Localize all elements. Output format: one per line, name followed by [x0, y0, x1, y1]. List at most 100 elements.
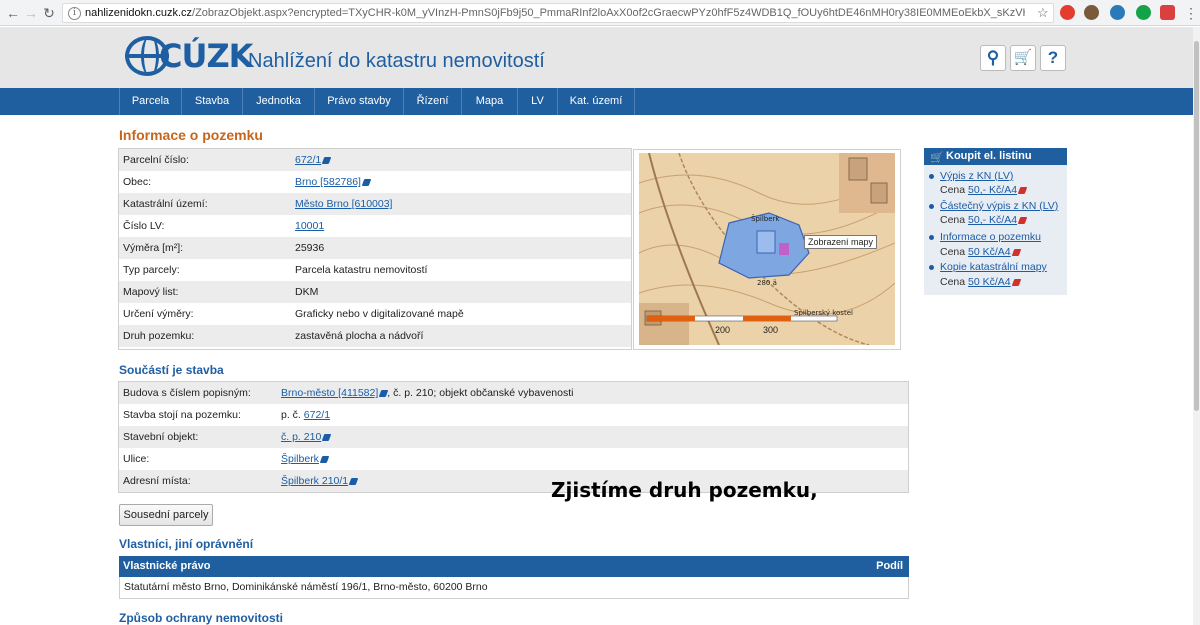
owners-table-header: Vlastnické právo Podíl: [119, 556, 909, 577]
table-row: Výměra [m²]: 25936: [119, 237, 631, 259]
external-link-icon: [319, 455, 330, 463]
nav-mapa[interactable]: Mapa: [461, 88, 517, 115]
row-label: Adresní místa:: [123, 475, 191, 487]
cart-icon[interactable]: 🛒: [1010, 45, 1036, 71]
help-icon[interactable]: ?: [1040, 45, 1066, 71]
ownership-right-header: Vlastnické právo: [123, 560, 211, 572]
table-row: Ulice: Špilberk: [119, 448, 908, 470]
structure-link[interactable]: č. p. 210: [281, 426, 332, 448]
site-info-icon[interactable]: i: [68, 7, 81, 20]
lv-number-link[interactable]: 10001: [295, 215, 324, 237]
parcel-link[interactable]: 672/1: [304, 409, 330, 421]
external-link-icon: [322, 156, 332, 164]
bullet-icon: [929, 234, 934, 240]
price: Cena 50 Kč/A4: [940, 276, 1021, 288]
nav-rizeni[interactable]: Řízení: [403, 88, 461, 115]
address-link[interactable]: Špilberk 210/1: [281, 470, 359, 492]
parcel-number-link[interactable]: 672/1: [295, 149, 332, 171]
building-heading: Součástí je stavba: [119, 363, 224, 377]
scale-label: 300: [763, 325, 779, 335]
row-label: Katastrální území:: [123, 198, 208, 210]
map-label-hill: 280 ä: [757, 279, 777, 287]
extension-opera-icon[interactable]: [1060, 5, 1075, 20]
extension-grammarly-icon[interactable]: [1136, 5, 1151, 20]
address-bar[interactable]: i nahlizenidokn.cuzk.cz/ZobrazObjekt.asp…: [62, 3, 1054, 23]
search-icon[interactable]: ⚲: [980, 45, 1006, 71]
nav-jednotka[interactable]: Jednotka: [242, 88, 314, 115]
extension-video-icon[interactable]: [1160, 5, 1175, 20]
nav-stavba[interactable]: Stavba: [181, 88, 242, 115]
extension-icon[interactable]: [1084, 5, 1099, 20]
row-value: Graficky nebo v digitalizované mapě: [295, 308, 464, 320]
price: Cena 50,- Kč/A4: [940, 214, 1028, 226]
table-row: Stavební objekt: č. p. 210: [119, 426, 908, 448]
nav-pravo-stavby[interactable]: Právo stavby: [314, 88, 403, 115]
building-table: Budova s číslem popisným: Brno-město [41…: [118, 381, 909, 493]
parcel-heading: Informace o pozemku: [119, 127, 263, 143]
table-row: Druh pozemku: zastavěná plocha a nádvoří: [119, 325, 631, 347]
owners-heading: Vlastníci, jiní oprávnění: [119, 537, 254, 551]
building-value: Brno-město [411582], č. p. 210; objekt o…: [281, 387, 574, 399]
menu-icon[interactable]: ⋮: [1182, 4, 1200, 22]
table-row: Číslo LV: 10001: [119, 215, 631, 237]
neighbor-parcels-button[interactable]: Sousední parcely: [119, 504, 213, 526]
table-row: Stavba stojí na pozemku: p. č. 672/1: [119, 404, 908, 426]
nav-parcela[interactable]: Parcela: [119, 88, 181, 115]
buy-lv-extract-link[interactable]: Výpis z KN (LV): [929, 170, 1013, 182]
table-row: Mapový list: DKM: [119, 281, 631, 303]
table-row: Katastrální území: Město Brno [610003]: [119, 193, 631, 215]
row-label: Obec:: [123, 176, 152, 188]
row-label: Mapový list:: [123, 286, 179, 298]
bookmark-star-icon[interactable]: ☆: [1037, 5, 1049, 21]
back-icon[interactable]: ←: [4, 4, 22, 22]
bullet-icon: [929, 203, 934, 209]
row-label: Číslo LV:: [123, 220, 165, 232]
building-parcel-value: p. č. 672/1: [281, 409, 331, 421]
row-label: Stavební objekt:: [123, 431, 199, 443]
buy-map-copy-link[interactable]: Kopie katastrální mapy: [929, 261, 1047, 273]
table-row: Obec: Brno [582786]: [119, 171, 631, 193]
row-value: DKM: [295, 286, 319, 298]
external-link-icon: [1017, 216, 1028, 224]
table-row: Parcelní číslo: 672/1: [119, 149, 631, 171]
page-scrollbar[interactable]: [1193, 27, 1200, 625]
cadastral-area-link[interactable]: Město Brno [610003]: [295, 193, 392, 215]
url-text: nahlizenidokn.cuzk.cz/ZobrazObjekt.aspx?…: [85, 7, 1025, 19]
cuzk-logo[interactable]: CÚZK: [159, 37, 253, 75]
reload-icon[interactable]: ↻: [40, 4, 58, 22]
map-graphic: Špilberk Spilberský kostel 280 ä: [639, 153, 895, 345]
cart-icon: 🛒: [930, 152, 944, 164]
extension-play-icon[interactable]: [1110, 5, 1125, 20]
bullet-icon: [929, 264, 934, 270]
row-value: 25936: [295, 242, 325, 254]
table-row: Určení výměry: Graficky nebo v digitaliz…: [119, 303, 631, 325]
external-link-icon: [1011, 278, 1021, 286]
map-tooltip: Zobrazení mapy: [804, 235, 878, 249]
bullet-icon: [929, 173, 934, 179]
main-nav: Parcela Stavba Jednotka Právo stavby Říz…: [0, 88, 1193, 115]
table-row: Budova s číslem popisným: Brno-město [41…: [119, 382, 908, 404]
row-label: Ulice:: [123, 453, 150, 465]
forward-icon[interactable]: →: [22, 4, 40, 22]
external-link-icon: [1017, 186, 1028, 194]
buy-parcel-info-link[interactable]: Informace o pozemku: [929, 231, 1041, 243]
row-label: Výměra [m²]:: [123, 242, 184, 254]
municipality-link[interactable]: Brno [582786]: [295, 171, 372, 193]
nav-lv[interactable]: LV: [517, 88, 557, 115]
scrollbar-thumb[interactable]: [1194, 41, 1199, 411]
parcel-table: Parcelní číslo: 672/1 Obec: Brno [582786…: [118, 148, 632, 350]
row-label: Parcelní číslo:: [123, 154, 189, 166]
nav-kat-uzemi[interactable]: Kat. území: [557, 88, 635, 115]
street-link[interactable]: Špilberk: [281, 448, 330, 470]
row-label: Typ parcely:: [123, 264, 180, 276]
buy-document-panel: 🛒 Koupit el. listinu Výpis z KN (LV) Cen…: [924, 148, 1067, 295]
building-link[interactable]: Brno-město [411582]: [281, 387, 378, 399]
row-label: Druh pozemku:: [123, 330, 195, 342]
map-preview: Špilberk Spilberský kostel 280 ä Zobraze…: [633, 149, 901, 350]
video-subtitle: Zjistíme druh pozemku,: [551, 478, 818, 502]
external-link-icon: [361, 178, 372, 186]
cadastral-map[interactable]: Špilberk Spilberský kostel 280 ä Zobraze…: [639, 153, 895, 345]
table-row: Typ parcely: Parcela katastru nemovitost…: [119, 259, 631, 281]
buy-partial-extract-link[interactable]: Částečný výpis z KN (LV): [929, 200, 1058, 212]
site-header: CÚZK Nahlížení do katastru nemovitostí ⚲…: [0, 27, 1193, 88]
